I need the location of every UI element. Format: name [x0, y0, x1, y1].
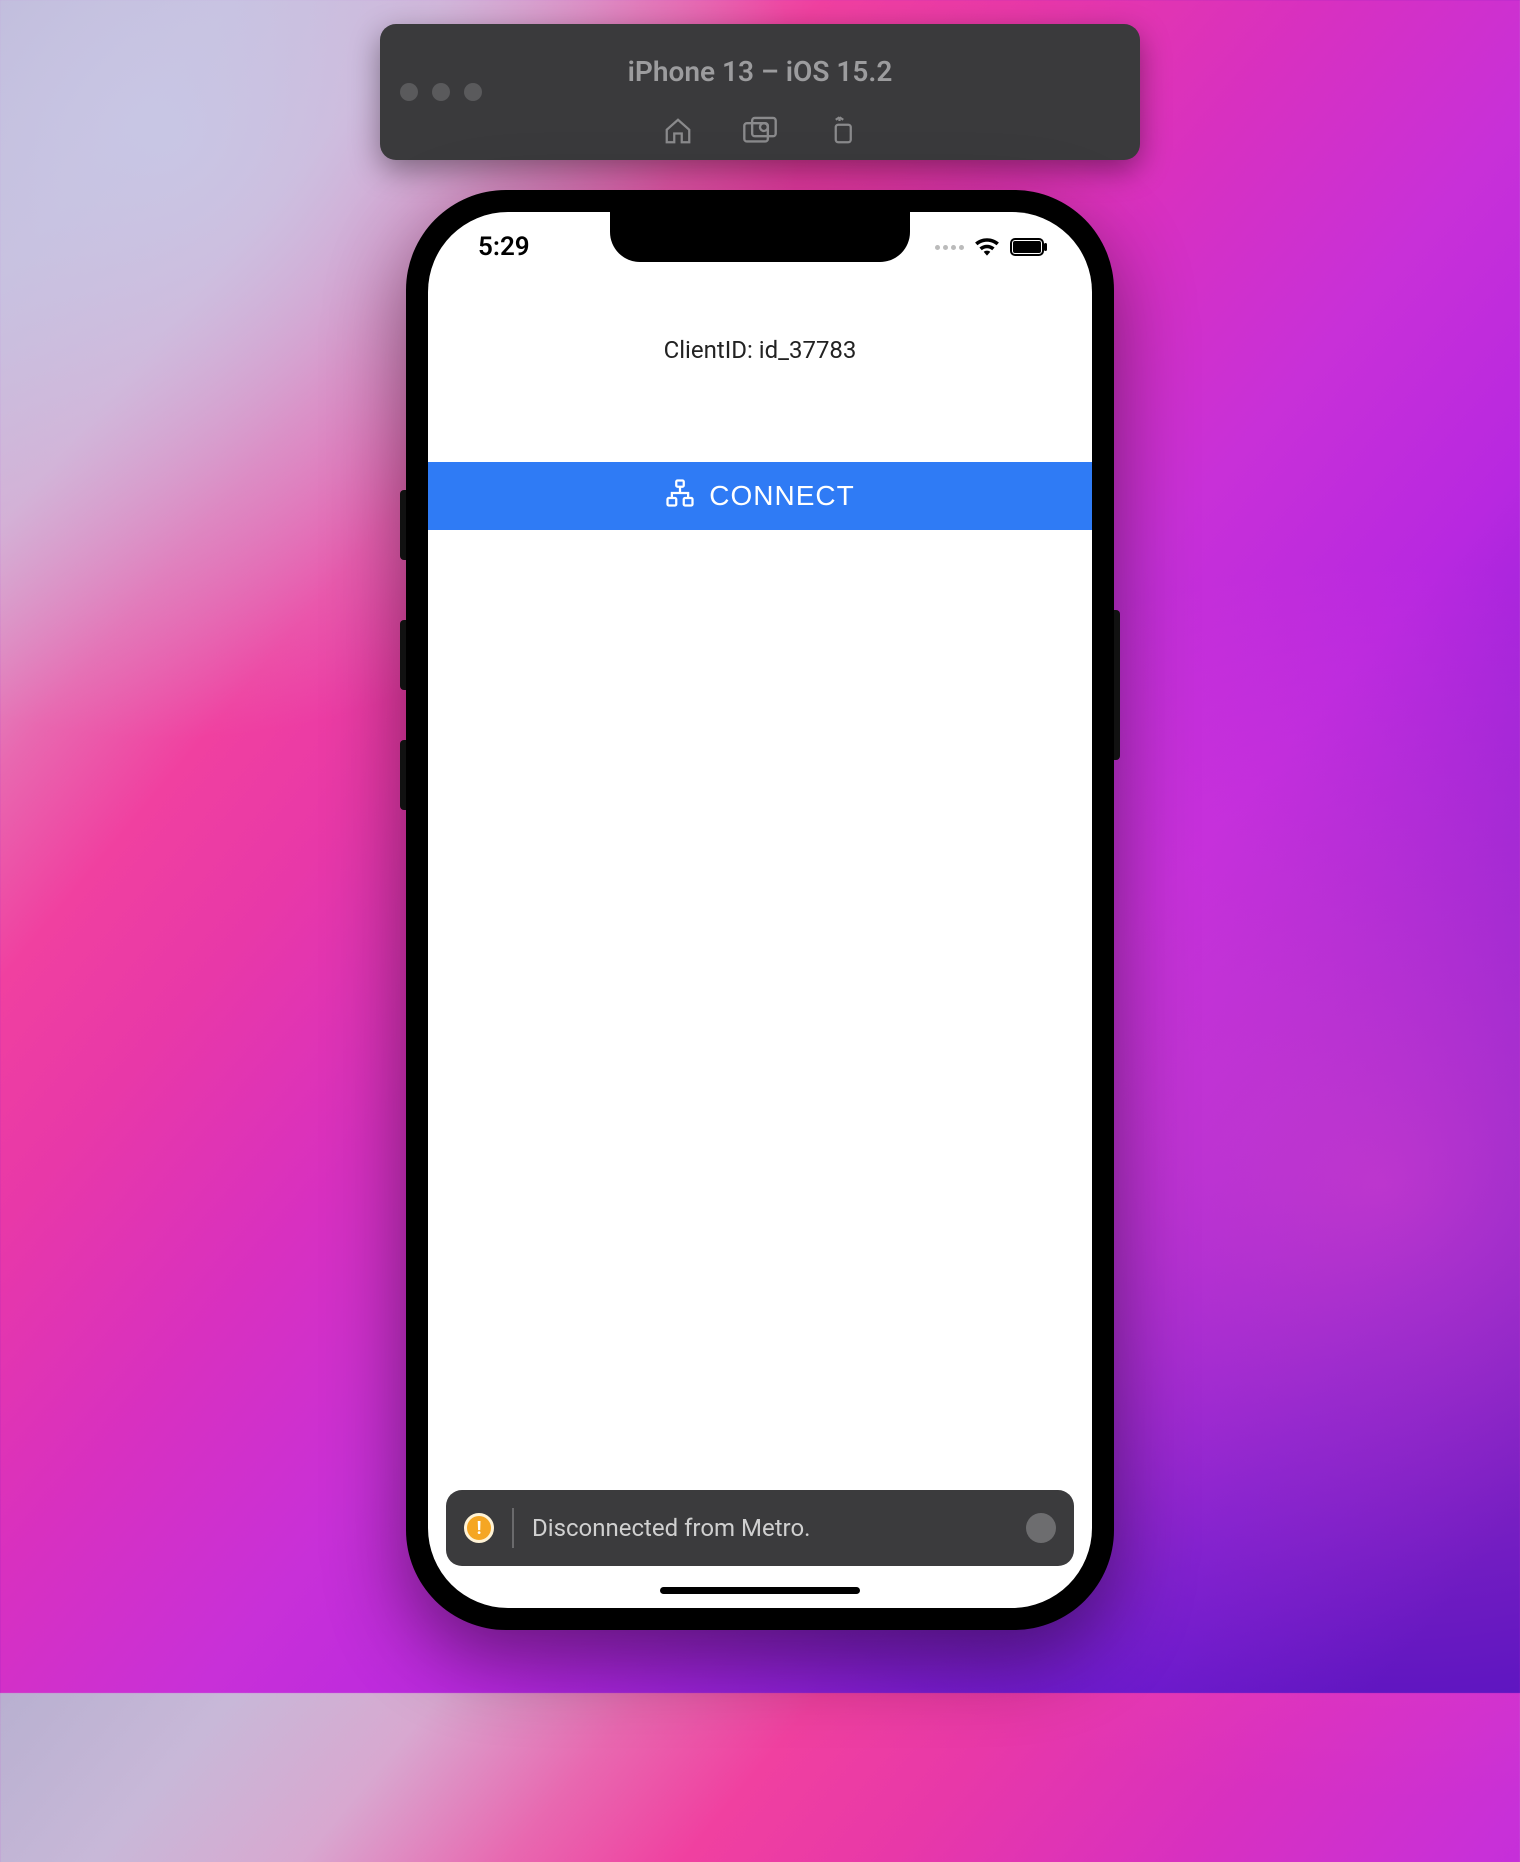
window-traffic-lights[interactable]: [400, 83, 482, 101]
client-id-label: ClientID: id_37783: [428, 336, 1092, 364]
simulator-toolbar-icons: [661, 116, 859, 146]
wifi-icon: [974, 237, 1000, 257]
iphone-notch: [610, 212, 910, 262]
window-close-button[interactable]: [400, 83, 418, 101]
home-indicator[interactable]: [660, 1587, 860, 1594]
network-icon: [665, 479, 695, 514]
rotate-icon[interactable]: [825, 116, 859, 146]
toast-message: Disconnected from Metro.: [532, 1514, 1008, 1542]
status-time: 5:29: [478, 232, 530, 262]
app-content: ClientID: id_37783 CONNECT: [428, 212, 1092, 1608]
iphone-screen: 5:29: [428, 212, 1092, 1608]
window-zoom-button[interactable]: [464, 83, 482, 101]
simulator-toolbar: iPhone 13 – iOS 15.2: [380, 24, 1140, 160]
warning-icon: !: [464, 1513, 494, 1543]
window-minimize-button[interactable]: [432, 83, 450, 101]
connect-button[interactable]: CONNECT: [428, 462, 1092, 530]
toast-separator: [512, 1508, 514, 1548]
connect-button-label: CONNECT: [709, 480, 854, 512]
toast-indicator-dot: [1026, 1513, 1056, 1543]
cellular-signal-icon: [935, 245, 964, 250]
metro-toast[interactable]: ! Disconnected from Metro.: [446, 1490, 1074, 1566]
screenshot-icon[interactable]: [743, 116, 777, 146]
home-icon[interactable]: [661, 116, 695, 146]
iphone-device-frame: 5:29: [406, 190, 1114, 1630]
battery-icon: [1010, 238, 1048, 256]
simulator-title: iPhone 13 – iOS 15.2: [628, 55, 893, 88]
